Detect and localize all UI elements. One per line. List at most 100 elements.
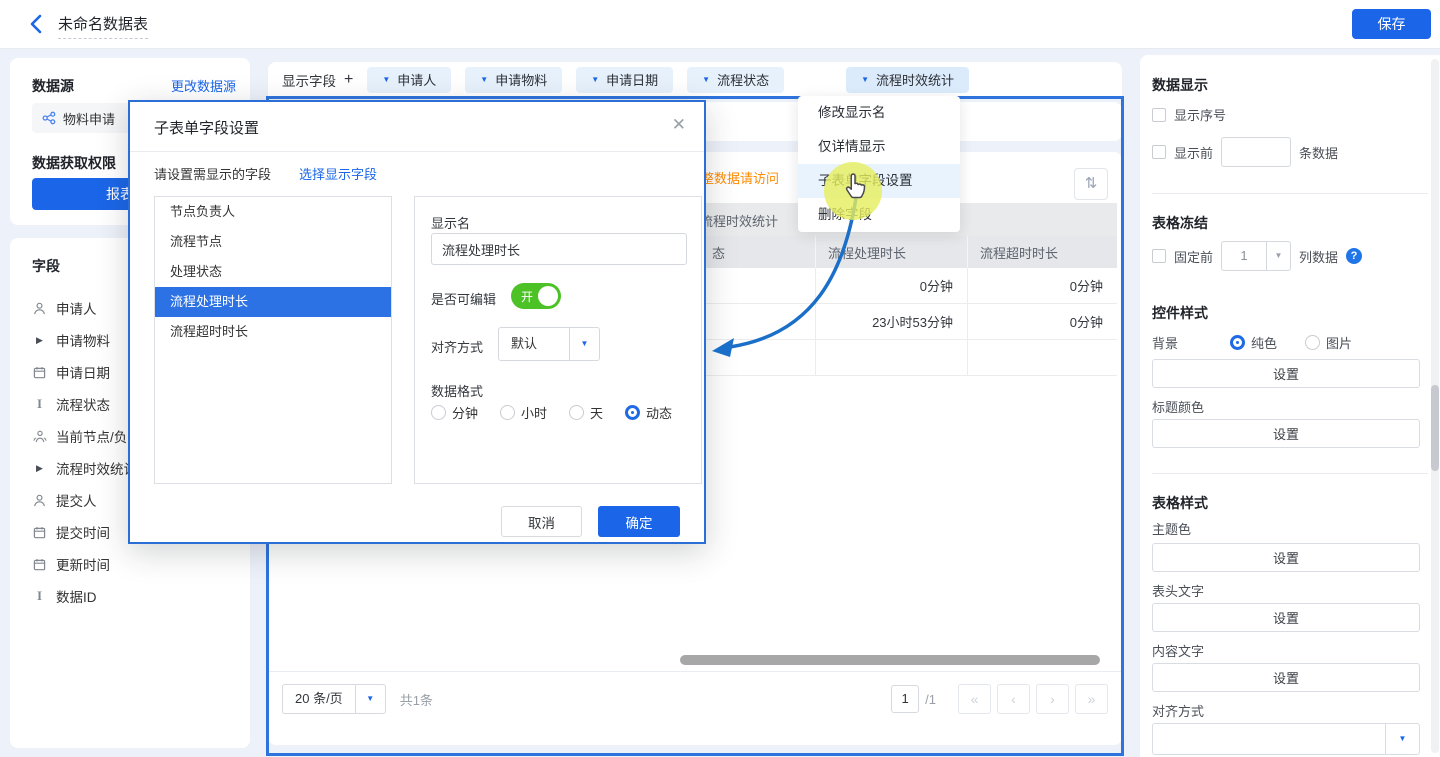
modal-hint: 请设置需显示的字段 — [154, 164, 271, 183]
page-number-input[interactable]: 1 — [891, 685, 919, 713]
divider — [1152, 473, 1428, 474]
chevron-down-icon: ▼ — [480, 75, 488, 84]
triangle-icon: ▶ — [32, 463, 47, 474]
prev-page-button[interactable]: ‹ — [997, 684, 1030, 714]
table-style-title: 表格样式 — [1152, 493, 1208, 513]
page: 未命名数据表 保存 数据源 更改数据源 物料申请 数据获取权限 报表 字段 申请… — [0, 0, 1440, 757]
show-first-checkbox[interactable] — [1152, 145, 1166, 159]
format-option-dynamic[interactable]: 动态 — [625, 403, 672, 422]
next-page-button[interactable]: › — [1036, 684, 1069, 714]
people-icon — [32, 430, 47, 443]
modal-title: 子表单字段设置 — [154, 117, 259, 138]
align-style-select[interactable]: ▼ — [1152, 723, 1420, 755]
field-chip-active[interactable]: ▼流程时效统计 — [846, 67, 969, 93]
text-icon: I — [32, 396, 47, 412]
modal-list-item-selected[interactable]: 流程处理时长 — [155, 287, 391, 317]
person-icon — [32, 494, 47, 507]
field-item[interactable]: 更新时间 — [32, 548, 250, 580]
freeze-row: 固定前 1▼ 列数据 ? — [1152, 241, 1362, 271]
display-name-label: 显示名 — [431, 213, 470, 232]
display-fields-bar: 显示字段+ ▼申请人 ▼申请物料 ▼申请日期 ▼流程状态 ▼流程时效统计 — [268, 62, 1122, 97]
close-icon[interactable]: ✕ — [672, 115, 686, 135]
data-display-title: 数据显示 — [1152, 75, 1208, 95]
field-context-menu: 修改显示名 仅详情显示 子表单字段设置 删除字段 — [798, 96, 960, 232]
cancel-button[interactable]: 取消 — [501, 506, 582, 537]
select-display-fields-link[interactable]: 选择显示字段 — [299, 164, 377, 183]
confirm-button[interactable]: 确定 — [598, 506, 680, 537]
menu-item-rename[interactable]: 修改显示名 — [798, 96, 960, 130]
menu-item-delete[interactable]: 删除字段 — [798, 198, 960, 232]
menu-item-subform-settings[interactable]: 子表单字段设置 — [798, 164, 960, 198]
save-button[interactable]: 保存 — [1352, 9, 1431, 39]
bg-image-option[interactable]: 图片 — [1305, 333, 1352, 352]
theme-color-set-button[interactable]: 设置 — [1152, 543, 1420, 572]
person-icon — [32, 302, 47, 315]
change-datasource-link[interactable]: 更改数据源 — [171, 76, 236, 96]
field-chip[interactable]: ▼流程状态 — [687, 67, 784, 93]
chevron-down-icon: ▼ — [861, 75, 869, 84]
modal-list-item[interactable]: 流程超时时长 — [155, 317, 391, 347]
last-page-button[interactable]: » — [1075, 684, 1108, 714]
modal-header: 子表单字段设置 ✕ — [130, 102, 704, 152]
horizontal-scrollbar[interactable] — [680, 655, 1100, 665]
field-chip[interactable]: ▼申请物料 — [465, 67, 562, 93]
field-item[interactable]: I数据ID — [32, 580, 250, 612]
show-first-count-input[interactable] — [1221, 137, 1291, 167]
datasource-name: 物料申请 — [63, 109, 115, 128]
chevron-down-icon: ▼ — [569, 328, 599, 360]
header-text-label: 表头文字 — [1152, 581, 1204, 600]
chevron-down-icon: ▼ — [355, 685, 385, 713]
column-header[interactable]: 流程处理时长 — [815, 236, 967, 268]
menu-item-detail-only[interactable]: 仅详情显示 — [798, 130, 960, 164]
freeze-count-select[interactable]: 1▼ — [1221, 241, 1291, 271]
chevron-down-icon: ▼ — [382, 75, 390, 84]
modal-field-form: 显示名 是否可编辑 开 对齐方式 默认 ▼ 数据格式 分钟 小时 天 动态 — [414, 196, 702, 484]
format-radio-group: 分钟 小时 天 动态 — [431, 403, 672, 422]
first-page-button[interactable]: « — [958, 684, 991, 714]
page-title[interactable]: 未命名数据表 — [58, 13, 148, 39]
align-select[interactable]: 默认 ▼ — [498, 327, 600, 361]
title-color-set-button[interactable]: 设置 — [1152, 419, 1420, 448]
modal-list-item[interactable]: 流程节点 — [155, 227, 391, 257]
total-count: 共1条 — [400, 690, 433, 709]
header-text-set-button[interactable]: 设置 — [1152, 603, 1420, 632]
widget-style-title: 控件样式 — [1152, 303, 1208, 323]
modal-list-item[interactable]: 节点负责人 — [155, 197, 391, 227]
column-header[interactable]: 流程超时时长 — [967, 236, 1117, 268]
content-text-set-button[interactable]: 设置 — [1152, 663, 1420, 692]
format-option-day[interactable]: 天 — [569, 403, 603, 422]
triangle-icon: ▶ — [32, 335, 47, 346]
radio-icon — [1305, 335, 1320, 350]
table-freeze-title: 表格冻结 — [1152, 213, 1208, 233]
editable-label: 是否可编辑 — [431, 289, 496, 308]
format-option-hour[interactable]: 小时 — [500, 403, 547, 422]
divider — [268, 671, 1122, 672]
background-set-button[interactable]: 设置 — [1152, 359, 1420, 388]
add-field-icon[interactable]: + — [344, 71, 353, 89]
show-index-row: 显示序号 — [1152, 105, 1226, 124]
divider — [1152, 193, 1428, 194]
back-icon[interactable] — [26, 13, 48, 35]
format-option-minute[interactable]: 分钟 — [431, 403, 478, 422]
settings-panel: 数据显示 显示序号 显示前 条数据 表格冻结 固定前 1▼ 列数据 ? 控件样式… — [1140, 55, 1440, 757]
display-name-input[interactable] — [431, 233, 687, 265]
panel-scrollbar-thumb[interactable] — [1431, 385, 1439, 471]
relation-icon — [42, 111, 56, 125]
radio-icon — [569, 405, 584, 420]
align-style-label: 对齐方式 — [1152, 701, 1204, 720]
field-chip[interactable]: ▼申请日期 — [576, 67, 673, 93]
page-total: /1 — [925, 692, 936, 707]
radio-icon — [500, 405, 515, 420]
help-icon[interactable]: ? — [1346, 248, 1362, 264]
page-size-select[interactable]: 20 条/页 ▼ — [282, 684, 386, 714]
sort-icon[interactable]: ⇅ — [1074, 168, 1108, 200]
bg-solid-option[interactable]: 纯色 — [1230, 333, 1277, 352]
field-chip[interactable]: ▼申请人 — [367, 67, 451, 93]
freeze-checkbox[interactable] — [1152, 249, 1166, 263]
chevron-down-icon: ▼ — [1385, 724, 1419, 754]
modal-list-item[interactable]: 处理状态 — [155, 257, 391, 287]
content-text-label: 内容文字 — [1152, 641, 1204, 660]
show-index-checkbox[interactable] — [1152, 108, 1166, 122]
format-label: 数据格式 — [431, 381, 483, 400]
editable-toggle[interactable]: 开 — [511, 283, 561, 309]
